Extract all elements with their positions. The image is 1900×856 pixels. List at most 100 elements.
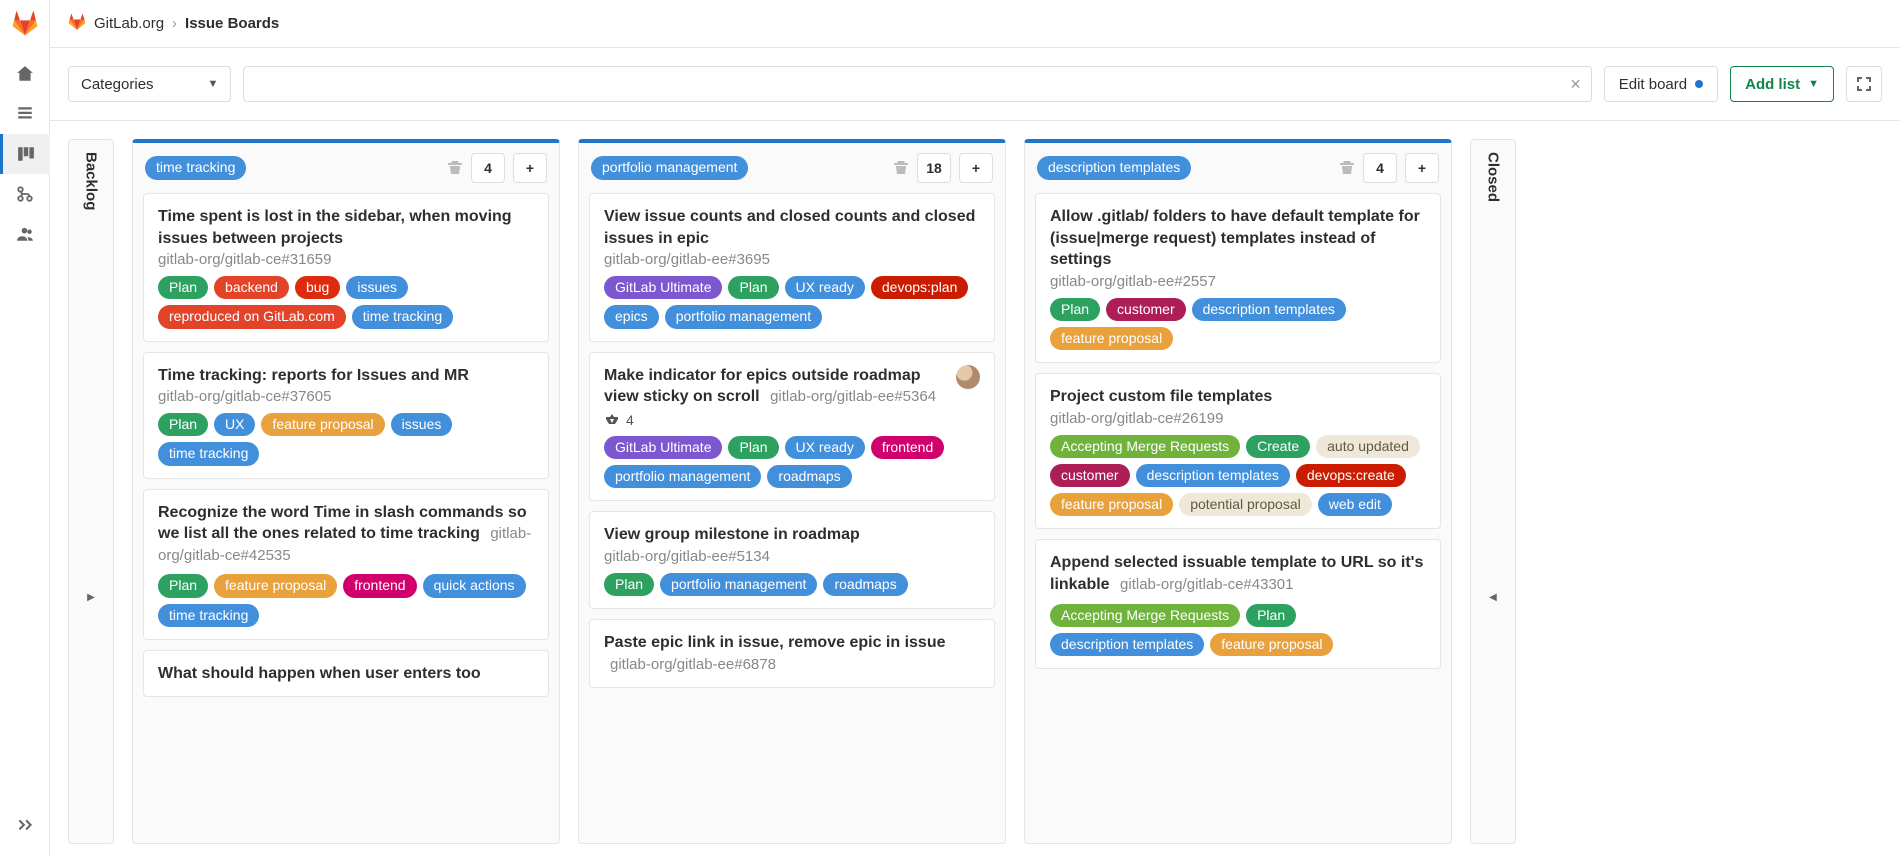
label-pill[interactable]: description templates — [1136, 464, 1290, 487]
expand-left-icon[interactable]: ▶ — [1489, 592, 1497, 603]
label-pill[interactable]: Create — [1246, 435, 1310, 458]
issue-card[interactable]: View group milestone in roadmapgitlab-or… — [589, 511, 995, 609]
issue-card[interactable]: Allow .gitlab/ folders to have default t… — [1035, 193, 1441, 363]
card-reference: gitlab-org/gitlab-ee#3695 — [604, 251, 980, 268]
label-pill[interactable]: UX ready — [785, 436, 865, 459]
nav-collapse-icon[interactable] — [0, 806, 50, 846]
label-pill[interactable]: frontend — [343, 574, 416, 597]
label-pill[interactable]: time tracking — [352, 305, 453, 328]
card-reference: gitlab-org/gitlab-ee#5364 — [770, 388, 936, 405]
label-pill[interactable]: feature proposal — [1210, 633, 1333, 656]
filter-input[interactable] — [254, 76, 1570, 93]
backlog-column-collapsed[interactable]: Backlog ▶ — [68, 139, 114, 844]
closed-label: Closed — [1485, 152, 1502, 202]
label-pill[interactable]: epics — [604, 305, 659, 328]
nav-book-icon[interactable] — [0, 94, 50, 134]
label-pill[interactable]: customer — [1106, 298, 1186, 321]
label-pill[interactable]: Plan — [158, 276, 208, 299]
label-pill[interactable]: feature proposal — [261, 413, 384, 436]
label-pill[interactable]: potential proposal — [1179, 493, 1312, 516]
label-pill[interactable]: Plan — [604, 573, 654, 596]
label-pill[interactable]: customer — [1050, 464, 1130, 487]
label-pill[interactable]: Plan — [158, 413, 208, 436]
nav-boards-icon[interactable] — [0, 134, 50, 174]
label-pill[interactable]: web edit — [1318, 493, 1392, 516]
label-pill[interactable]: UX ready — [785, 276, 865, 299]
label-pill[interactable]: Accepting Merge Requests — [1050, 604, 1240, 627]
issue-card[interactable]: Project custom file templatesgitlab-org/… — [1035, 373, 1441, 529]
label-pill[interactable]: frontend — [871, 436, 944, 459]
label-pill[interactable]: portfolio management — [660, 573, 817, 596]
delete-column-icon[interactable] — [447, 159, 463, 178]
issue-card[interactable]: Recognize the word Time in slash command… — [143, 489, 549, 640]
filter-bar[interactable]: × — [243, 66, 1591, 102]
edit-board-button[interactable]: Edit board — [1604, 66, 1718, 102]
card-title: Append selected issuable template to URL… — [1050, 552, 1426, 595]
label-pill[interactable]: roadmaps — [823, 573, 907, 596]
issue-card[interactable]: Paste epic link in issue, remove epic in… — [589, 619, 995, 688]
column-title-pill[interactable]: description templates — [1037, 156, 1191, 179]
issue-card[interactable]: Make indicator for epics outside roadmap… — [589, 352, 995, 502]
clear-icon[interactable]: × — [1570, 74, 1581, 95]
label-pill[interactable]: GitLab Ultimate — [604, 436, 722, 459]
issue-card[interactable]: View issue counts and closed counts and … — [589, 193, 995, 342]
expand-right-icon[interactable]: ▶ — [87, 592, 95, 603]
label-pill[interactable]: description templates — [1192, 298, 1346, 321]
assignee-avatar[interactable] — [956, 365, 980, 389]
label-pill[interactable]: description templates — [1050, 633, 1204, 656]
board: Backlog ▶ time tracking 4 + Time spent is l… — [68, 139, 1882, 844]
issue-card[interactable]: Time tracking: reports for Issues and MR… — [143, 352, 549, 479]
add-card-button[interactable]: + — [1405, 153, 1439, 183]
label-pill[interactable]: roadmaps — [767, 465, 851, 488]
board-selector[interactable]: Categories ▼ — [68, 66, 231, 102]
label-pill[interactable]: issues — [346, 276, 408, 299]
label-pill[interactable]: portfolio management — [604, 465, 761, 488]
label-pill[interactable]: quick actions — [423, 574, 526, 597]
column-title-pill[interactable]: time tracking — [145, 156, 246, 179]
label-pill[interactable]: bug — [295, 276, 340, 299]
issue-card[interactable]: Time spent is lost in the sidebar, when … — [143, 193, 549, 342]
column-header: portfolio management18+ — [579, 143, 1005, 193]
issue-card[interactable]: What should happen when user enters too — [143, 650, 549, 698]
label-pill[interactable]: feature proposal — [1050, 327, 1173, 350]
unsaved-indicator-icon — [1695, 80, 1703, 88]
label-pill[interactable]: feature proposal — [214, 574, 337, 597]
closed-column-collapsed[interactable]: Closed ▶ — [1470, 139, 1516, 844]
label-pill[interactable]: Plan — [1246, 604, 1296, 627]
column-body: Time spent is lost in the sidebar, when … — [133, 193, 559, 843]
label-pill[interactable]: devops:create — [1296, 464, 1406, 487]
add-card-button[interactable]: + — [513, 153, 547, 183]
card-reference: gitlab-org/gitlab-ce#26199 — [1050, 410, 1426, 427]
nav-members-icon[interactable] — [0, 214, 50, 254]
label-pill[interactable]: Accepting Merge Requests — [1050, 435, 1240, 458]
label-pill[interactable]: auto updated — [1316, 435, 1420, 458]
label-pill[interactable]: feature proposal — [1050, 493, 1173, 516]
nav-merge-icon[interactable] — [0, 174, 50, 214]
nav-home-icon[interactable] — [0, 54, 50, 94]
label-pill[interactable]: Plan — [728, 436, 778, 459]
label-pill[interactable]: time tracking — [158, 442, 259, 465]
label-pill[interactable]: UX — [214, 413, 255, 436]
delete-column-icon[interactable] — [893, 159, 909, 178]
label-pill[interactable]: time tracking — [158, 604, 259, 627]
label-pill[interactable]: Plan — [728, 276, 778, 299]
column-title-pill[interactable]: portfolio management — [591, 156, 748, 179]
label-pill[interactable]: backend — [214, 276, 289, 299]
label-pill[interactable]: reproduced on GitLab.com — [158, 305, 346, 328]
issue-card[interactable]: Append selected issuable template to URL… — [1035, 539, 1441, 669]
column-count: 4 — [1363, 153, 1397, 183]
label-pill[interactable]: issues — [391, 413, 453, 436]
label-pill[interactable]: Plan — [158, 574, 208, 597]
delete-column-icon[interactable] — [1339, 159, 1355, 178]
add-card-button[interactable]: + — [959, 153, 993, 183]
label-pill[interactable]: devops:plan — [871, 276, 969, 299]
add-list-label: Add list — [1745, 76, 1800, 93]
fullscreen-button[interactable] — [1846, 66, 1882, 102]
label-pill[interactable]: GitLab Ultimate — [604, 276, 722, 299]
add-list-button[interactable]: Add list ▼ — [1730, 66, 1834, 102]
breadcrumb-group[interactable]: GitLab.org — [94, 15, 164, 32]
label-pill[interactable]: Plan — [1050, 298, 1100, 321]
card-labels: GitLab Ultimate Plan UX ready devops:plan ep… — [604, 276, 980, 328]
gitlab-logo[interactable] — [9, 8, 41, 40]
label-pill[interactable]: portfolio management — [665, 305, 822, 328]
